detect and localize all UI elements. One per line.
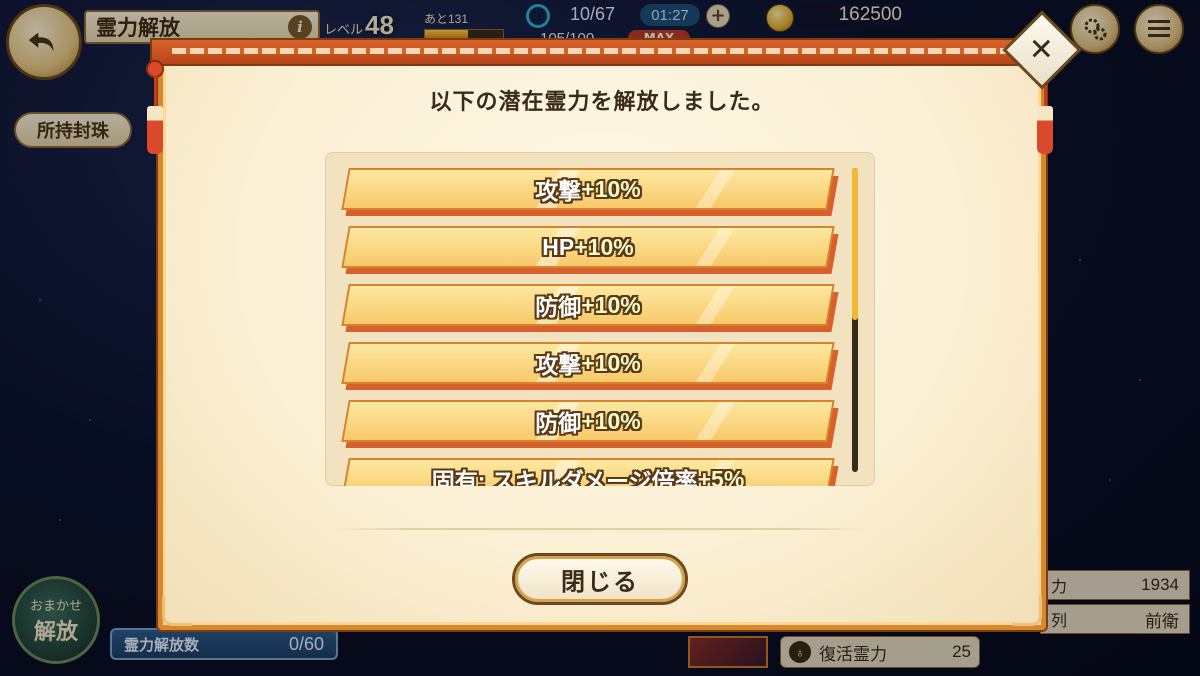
ability-bonus: +10% [574,233,634,260]
dialog-divider [330,528,870,530]
ability-name: 固有: スキルダメージ倍率 [431,468,698,486]
ability-label: 防御 +10% [345,284,831,326]
close-icon: ✕ [1029,32,1055,68]
dialog-corner-ornament [1012,596,1042,626]
ability-name: 防御 [535,294,582,320]
ability-name: HP [542,233,575,260]
ability-bonus: +10% [581,349,641,376]
ability-bonus: +5% [697,465,745,487]
list-scrollbar[interactable] [852,168,858,472]
ability-label: 固有: スキルダメージ倍率 +5% [345,458,831,487]
ability-name: 攻撃 [535,178,582,204]
close-button[interactable]: 閉じる [512,553,688,605]
ability-label: 防御 +10% [345,400,831,442]
ability-label: 攻撃 +10% [345,342,831,384]
released-ability-row: 攻撃 +10% [341,342,839,390]
dialog-corner-ornament [162,596,192,626]
released-ability-row: HP +10% [341,226,839,274]
released-ability-row: 防御 +10% [341,284,839,332]
ability-name: 攻撃 [535,352,582,378]
ability-bonus: +10% [581,291,641,318]
ability-label: 攻撃 +10% [345,168,831,210]
dialog-message: 以下の潜在霊力を解放しました。 [429,89,775,114]
released-ability-row: 固有: スキルダメージ倍率 +5% [341,458,839,487]
ability-bonus: +10% [581,175,641,202]
released-ability-row: 攻撃 +10% [341,168,839,216]
released-ability-row: 防御 +10% [341,400,839,448]
released-abilities-list[interactable]: 攻撃 +10% HP +10% 防御 +10% 攻撃 +10% 防御 +10% 固有: スキルダメー… [325,152,875,486]
list-scrollbar-thumb[interactable] [852,168,858,320]
ability-name: 防御 [535,410,582,436]
ability-label: HP +10% [345,226,831,268]
released-abilities-list-inner: 攻撃 +10% HP +10% 防御 +10% 攻撃 +10% 防御 +10% 固有: スキルダメー… [325,152,845,486]
ability-bonus: +10% [581,407,641,434]
dialog-top-rope [150,38,1054,66]
